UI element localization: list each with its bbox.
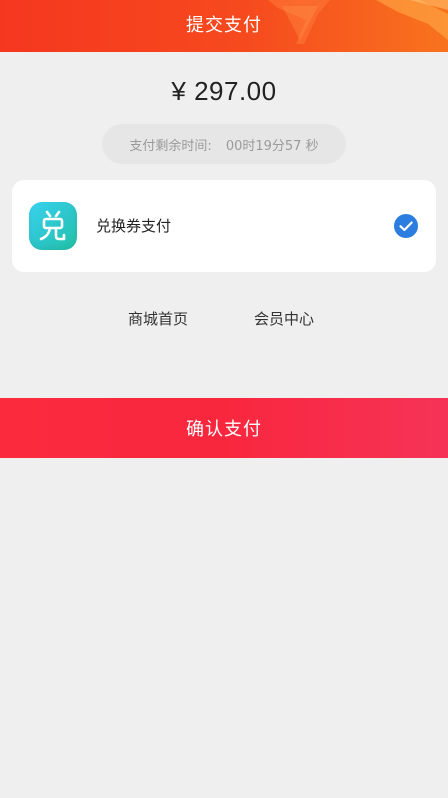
check-circle-icon[interactable] (394, 214, 418, 238)
payment-amount: ¥ 297.00 (171, 76, 277, 106)
voucher-app-icon (29, 202, 77, 250)
page-title: 提交支付 (186, 15, 262, 36)
header-bar: 提交支付 (0, 0, 448, 52)
member-center-link[interactable]: 会员中心 (254, 308, 314, 329)
payment-method-option[interactable]: 兑换券支付 (12, 180, 436, 272)
countdown-value: 00时19分57 秒 (225, 138, 319, 154)
mall-home-link[interactable]: 商城首页 (128, 308, 188, 329)
confirm-payment-button[interactable]: 确认支付 (0, 398, 448, 458)
countdown-label: 支付剩余时间: (129, 138, 212, 154)
payment-method-label: 兑换券支付 (96, 217, 172, 235)
countdown-timer: 支付剩余时间: 00时19分57 秒 (102, 124, 346, 164)
